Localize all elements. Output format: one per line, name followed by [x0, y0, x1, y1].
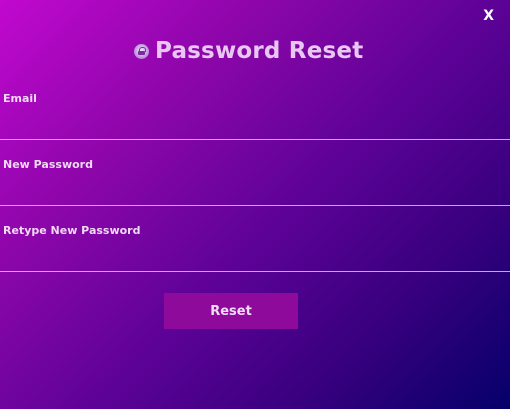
- new-password-input[interactable]: [0, 182, 510, 206]
- page-title: Password Reset: [155, 38, 364, 64]
- new-password-label: New Password: [3, 158, 93, 171]
- header: Password Reset: [134, 38, 363, 64]
- lock-icon: [134, 43, 149, 59]
- email-input[interactable]: [0, 116, 510, 140]
- reset-button[interactable]: Reset: [164, 293, 298, 329]
- retype-password-input[interactable]: [0, 248, 510, 272]
- new-password-field-group: New Password: [0, 158, 510, 206]
- close-button[interactable]: X: [483, 8, 494, 24]
- email-label: Email: [3, 92, 37, 105]
- retype-password-field-group: Retype New Password: [0, 224, 510, 272]
- email-field-group: Email: [0, 92, 510, 140]
- retype-password-label: Retype New Password: [3, 224, 141, 237]
